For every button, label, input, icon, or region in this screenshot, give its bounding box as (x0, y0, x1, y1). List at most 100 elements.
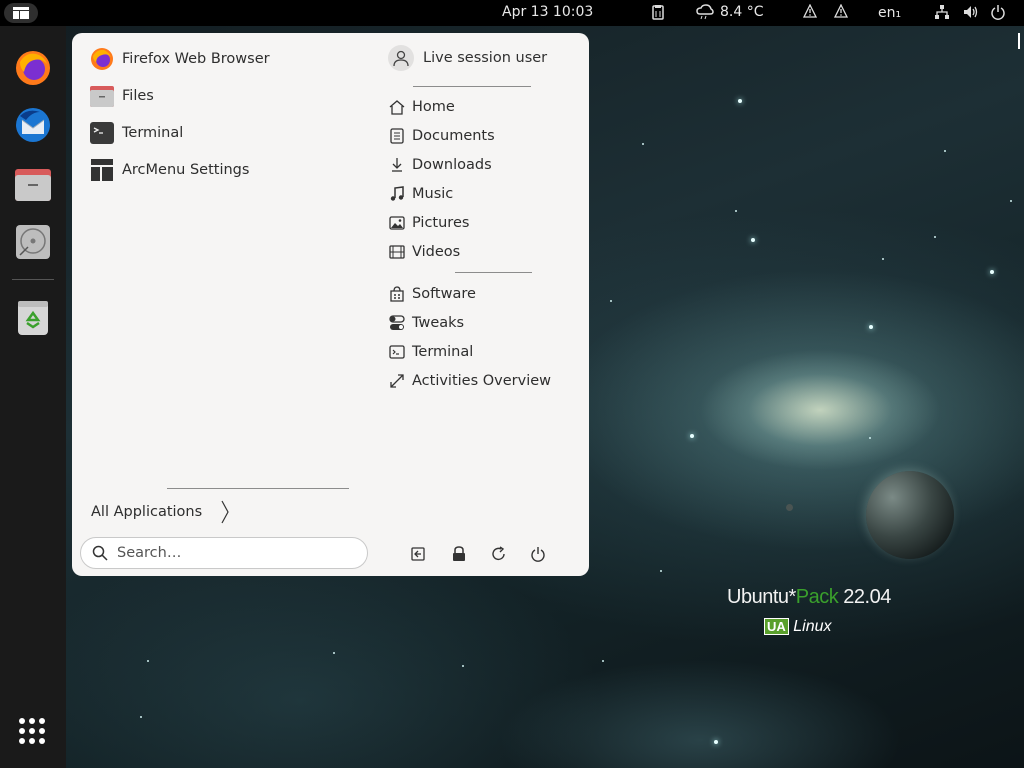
star (1010, 200, 1012, 202)
shortcut-tweaks[interactable]: Tweaks (388, 311, 464, 335)
network-icon[interactable] (934, 4, 950, 24)
terminal-icon (90, 121, 114, 145)
clock[interactable]: Apr 13 10:03 (502, 4, 593, 20)
document-icon (388, 127, 406, 145)
logout-button[interactable] (407, 543, 429, 565)
show-applications-button[interactable] (19, 718, 45, 744)
shortcut-label: Activities Overview (412, 373, 552, 389)
dock-disk-utility[interactable] (14, 223, 52, 261)
star (738, 99, 742, 103)
shortcut-software[interactable]: Software (388, 282, 476, 306)
star (660, 570, 662, 572)
mouse-cursor (1018, 33, 1024, 49)
files-icon (90, 84, 114, 108)
favorite-files[interactable]: Files (90, 81, 154, 111)
place-pictures[interactable]: Pictures (388, 211, 469, 235)
place-home[interactable]: Home (388, 95, 455, 119)
shortcut-label: Tweaks (412, 315, 465, 331)
star (751, 238, 755, 242)
lock-button[interactable] (448, 543, 470, 565)
place-music[interactable]: Music (388, 182, 453, 206)
user-button[interactable]: Live session user (388, 45, 547, 71)
arcmenu-popup: Firefox Web Browser Files Terminal ArcMe… (72, 33, 589, 576)
dock-thunderbird[interactable] (14, 106, 52, 144)
place-label: Videos (412, 244, 461, 260)
place-videos[interactable]: Videos (388, 240, 460, 264)
thunderbird-icon (16, 108, 50, 142)
terminal-icon (388, 343, 406, 361)
star (869, 325, 873, 329)
keyboard-layout-indicator[interactable]: en₁ (878, 5, 901, 21)
dock (0, 26, 66, 768)
star (333, 652, 335, 654)
all-applications-button[interactable]: All Applications (91, 500, 230, 524)
favorite-label: Terminal (122, 125, 184, 141)
disk-icon (16, 225, 50, 259)
place-downloads[interactable]: Downloads (388, 153, 492, 177)
planet-graphic (866, 471, 954, 559)
place-label: Pictures (412, 215, 470, 231)
grid-dot (39, 728, 45, 734)
shortcut-activities-overview[interactable]: Activities Overview (388, 369, 551, 393)
favorite-terminal[interactable]: Terminal (90, 118, 183, 148)
lock-icon (453, 546, 465, 561)
favorite-firefox[interactable]: Firefox Web Browser (90, 44, 270, 74)
firefox-icon (90, 47, 114, 71)
tweaks-icon (388, 314, 406, 332)
star (735, 210, 737, 212)
firefox-icon (16, 51, 50, 85)
moon-graphic (786, 504, 793, 511)
power-icon[interactable] (990, 4, 1006, 24)
grid-dot (39, 738, 45, 744)
grid-dot (29, 728, 35, 734)
download-icon (388, 156, 406, 174)
separator (167, 488, 349, 489)
ualinux-logo: UA Linux (764, 618, 831, 636)
power-icon (531, 547, 545, 562)
place-label: Music (412, 186, 454, 202)
rain-cloud-icon (696, 4, 714, 20)
avatar-icon (388, 45, 414, 71)
restart-icon (492, 546, 505, 561)
search-input[interactable] (115, 544, 349, 562)
picture-icon (388, 214, 406, 232)
star (690, 434, 694, 438)
star (610, 300, 612, 302)
activities-button[interactable] (4, 3, 38, 23)
warning-icon[interactable] (833, 3, 849, 22)
favorite-arcmenu-settings[interactable]: ArcMenu Settings (90, 155, 249, 185)
clipboard-icon[interactable] (650, 4, 666, 24)
star (934, 236, 936, 238)
restart-button[interactable] (488, 543, 510, 565)
grid-dot (19, 738, 25, 744)
separator (413, 86, 531, 87)
dock-trash[interactable] (14, 298, 52, 336)
place-label: Home (412, 99, 455, 115)
star (944, 150, 946, 152)
search-icon (85, 545, 115, 561)
warning-icon[interactable] (802, 3, 818, 22)
weather-temperature: 8.4 °C (720, 4, 764, 20)
grid-dot (39, 718, 45, 724)
star (147, 660, 149, 662)
dock-firefox[interactable] (14, 48, 52, 86)
power-off-button[interactable] (527, 543, 549, 565)
favorite-label: ArcMenu Settings (122, 162, 250, 178)
weather-indicator[interactable]: 8.4 °C (696, 4, 764, 20)
grid-dot (29, 718, 35, 724)
star (882, 258, 884, 260)
dock-files[interactable] (14, 165, 52, 203)
video-icon (388, 243, 406, 261)
home-icon (388, 98, 406, 116)
top-bar: Apr 13 10:03 8.4 °C en₁ (0, 0, 1024, 26)
star (990, 270, 994, 274)
software-icon (388, 285, 406, 303)
shortcut-terminal[interactable]: Terminal (388, 340, 473, 364)
place-label: Downloads (412, 157, 492, 173)
star (869, 437, 871, 439)
place-documents[interactable]: Documents (388, 124, 495, 148)
search-box[interactable] (80, 537, 368, 569)
dock-separator (12, 279, 54, 280)
grid-dot (29, 738, 35, 744)
volume-icon[interactable] (962, 4, 978, 24)
